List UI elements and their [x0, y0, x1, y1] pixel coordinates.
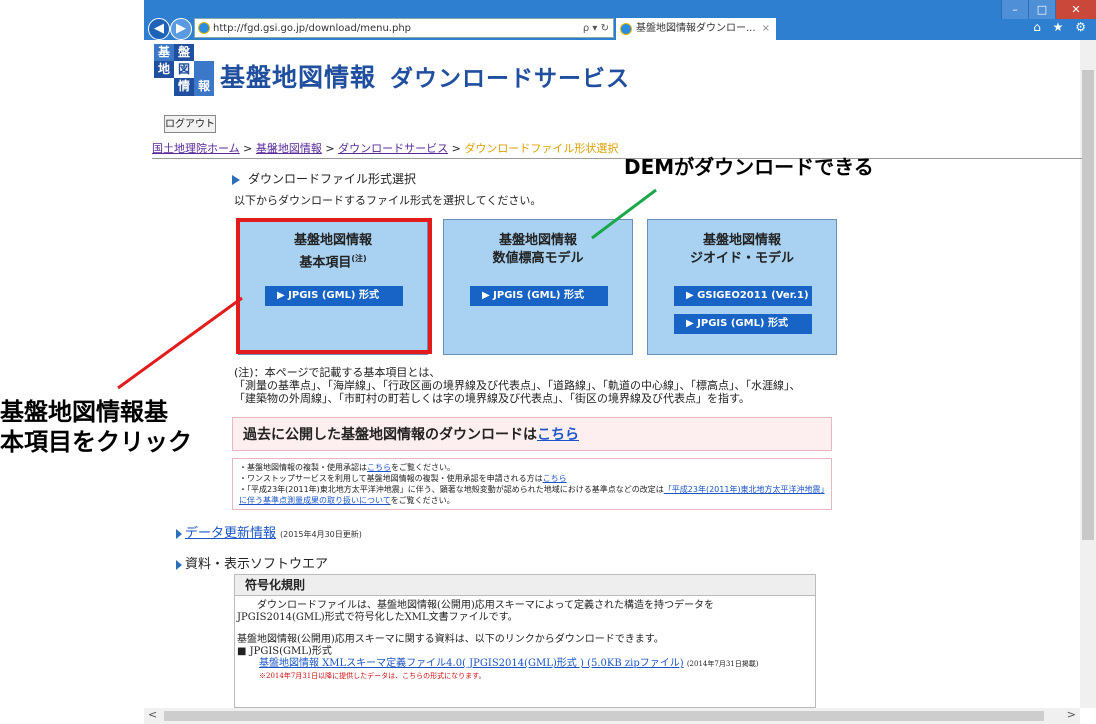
- green-annotation-line: [591, 188, 657, 240]
- red-annotation-line: [117, 296, 243, 390]
- annotation-arrows: [117, 188, 657, 390]
